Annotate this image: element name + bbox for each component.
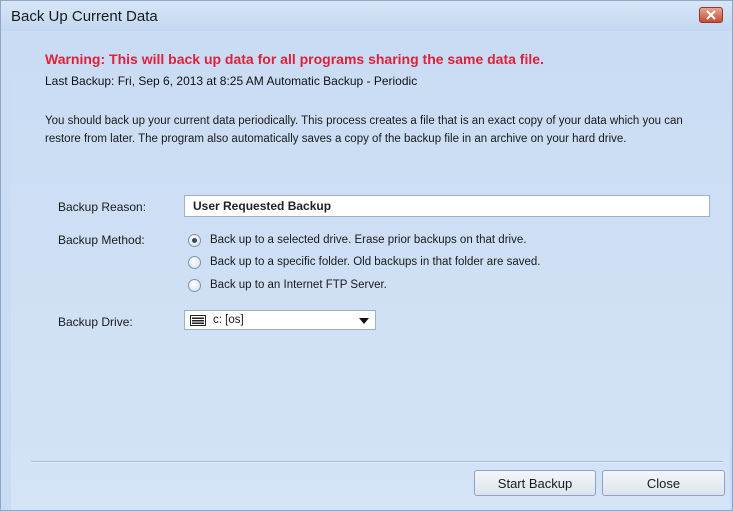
backup-reason-label: Backup Reason: (58, 200, 147, 214)
warning-text: Warning: This will back up data for all … (45, 51, 544, 67)
method-folder-radio[interactable] (188, 256, 201, 269)
footer-divider (31, 461, 723, 463)
window-title: Back Up Current Data (11, 8, 158, 25)
backup-drive-value: c: [os] (213, 314, 244, 326)
close-icon (706, 10, 716, 20)
last-backup-info: Last Backup: Fri, Sep 6, 2013 at 8:25 AM… (45, 74, 418, 88)
title-bar[interactable]: Back Up Current Data (1, 1, 732, 31)
chevron-down-icon[interactable] (359, 318, 369, 324)
backup-drive-label: Backup Drive: (58, 315, 133, 329)
drive-icon (190, 315, 206, 326)
title-close-button[interactable] (699, 7, 723, 23)
method-folder-label: Back up to a specific folder. Old backup… (210, 256, 541, 268)
backup-reason-input[interactable] (184, 195, 710, 217)
close-button[interactable]: Close (602, 470, 725, 496)
method-ftp-radio[interactable] (188, 279, 201, 292)
description-text: You should back up your current data per… (45, 115, 683, 145)
start-backup-button[interactable]: Start Backup (474, 470, 596, 496)
backup-drive-select[interactable]: c: [os] (184, 310, 376, 330)
backup-dialog: Back Up Current Data Warning: This will … (0, 0, 733, 511)
method-ftp-label: Back up to an Internet FTP Server. (210, 279, 387, 291)
method-drive-label: Back up to a selected drive. Erase prior… (210, 234, 527, 246)
dialog-body (11, 31, 730, 510)
method-drive-radio[interactable] (188, 234, 201, 247)
backup-method-label: Backup Method: (58, 233, 145, 247)
